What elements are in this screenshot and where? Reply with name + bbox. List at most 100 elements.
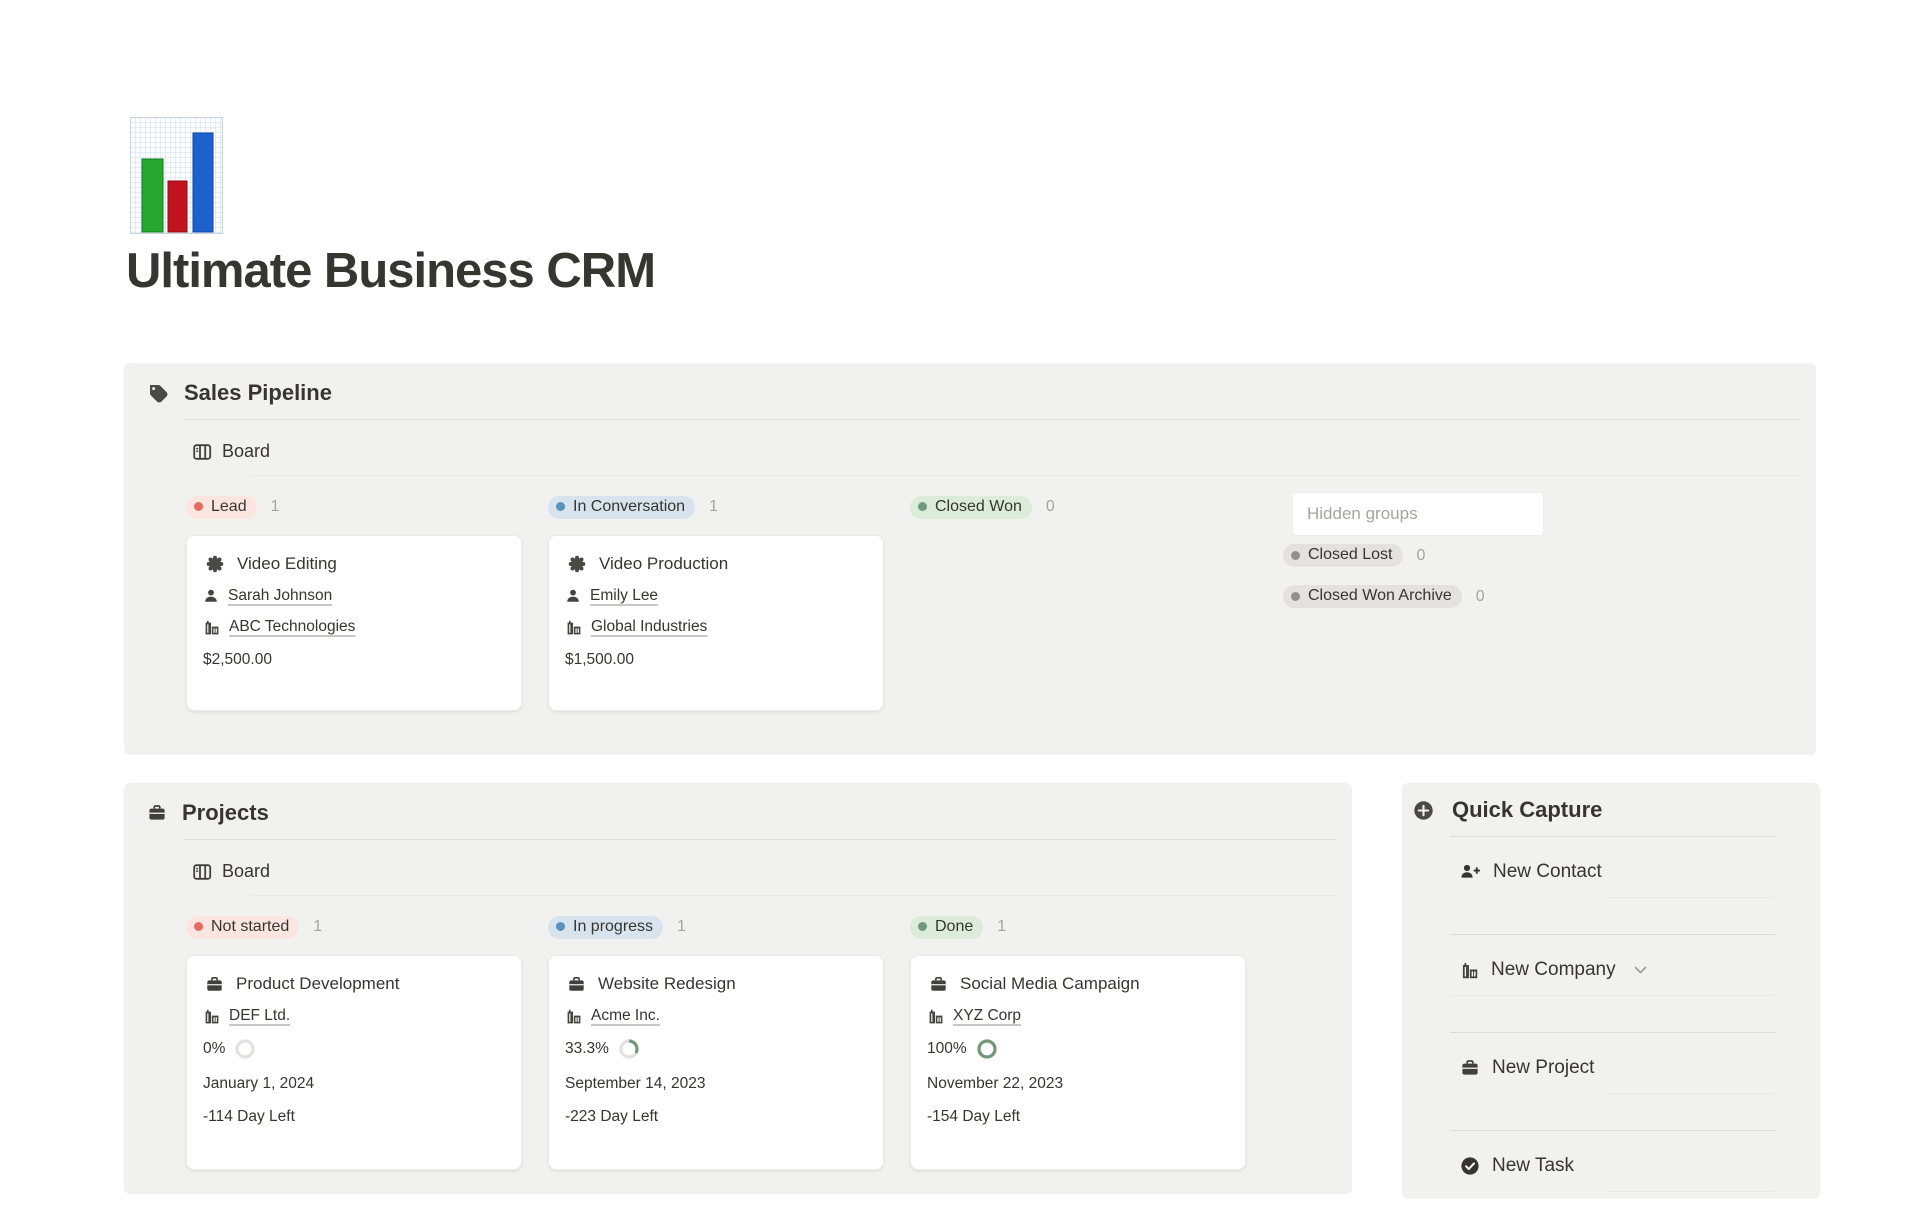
status-dot-green	[918, 922, 927, 931]
column-count: 1	[997, 918, 1006, 936]
briefcase-icon	[1460, 1058, 1480, 1078]
days-left: -223 Day Left	[565, 1108, 867, 1126]
hidden-group-label: Closed Lost	[1308, 546, 1393, 564]
progress-percent: 0%	[203, 1040, 225, 1058]
hidden-group-label: Closed Won Archive	[1308, 587, 1452, 605]
project-date: November 22, 2023	[927, 1075, 1229, 1093]
days-left: -154 Day Left	[927, 1108, 1229, 1126]
projects-heading[interactable]: Projects	[182, 800, 269, 826]
project-date: September 14, 2023	[565, 1075, 867, 1093]
column-header-closed-won[interactable]: Closed Won	[910, 496, 1032, 519]
building-icon	[203, 619, 220, 636]
divider	[1450, 995, 1775, 996]
card-title: Website Redesign	[598, 974, 736, 994]
divider	[1605, 1093, 1775, 1094]
column-label: Not started	[211, 918, 289, 936]
quick-item-label: New Company	[1491, 959, 1616, 981]
projects-column-in-progress: In progress 1 Website Redesign Acme Inc.	[548, 913, 884, 1170]
project-card-social-media-campaign[interactable]: Social Media Campaign XYZ Corp 100% Nove…	[910, 955, 1246, 1170]
quick-item-label: New Project	[1492, 1057, 1594, 1079]
quick-item-new-contact[interactable]: New Contact	[1450, 837, 1775, 935]
quick-capture-section: Quick Capture New Contact New Company	[1402, 783, 1820, 1199]
progress-ring	[234, 1038, 256, 1060]
column-label: Done	[935, 918, 973, 936]
column-header-not-started[interactable]: Not started	[186, 916, 299, 939]
seal-icon	[205, 554, 225, 574]
quick-item-label: New Task	[1492, 1155, 1574, 1177]
tag-icon	[147, 382, 169, 404]
divider	[185, 419, 1800, 420]
plus-circle-icon	[1413, 800, 1434, 821]
sales-card-video-editing[interactable]: Video Editing Sarah Johnson ABC Technolo…	[186, 535, 522, 711]
company-link[interactable]: DEF Ltd.	[229, 1007, 290, 1025]
hidden-group-closed-lost[interactable]: Closed Lost	[1283, 544, 1403, 567]
check-circle-icon	[1460, 1156, 1480, 1176]
progress-percent: 100%	[927, 1040, 967, 1058]
sales-column-in-conversation: In Conversation 1 Video Production Emily…	[548, 493, 884, 711]
contact-link[interactable]: Emily Lee	[590, 587, 658, 605]
card-title: Video Production	[599, 554, 728, 574]
card-title: Product Development	[236, 974, 399, 994]
sales-pipeline-section: Sales Pipeline Board Lead 1	[124, 363, 1816, 755]
status-dot-red	[194, 922, 203, 931]
hidden-groups-input[interactable]: Hidden groups	[1293, 493, 1543, 535]
project-card-website-redesign[interactable]: Website Redesign Acme Inc. 33.3% Septemb…	[548, 955, 884, 1170]
sales-card-video-production[interactable]: Video Production Emily Lee Global Indust…	[548, 535, 884, 711]
company-link[interactable]: XYZ Corp	[953, 1007, 1021, 1025]
project-date: January 1, 2024	[203, 1075, 505, 1093]
status-dot-blue	[556, 922, 565, 931]
building-icon	[203, 1008, 220, 1025]
divider	[1605, 1191, 1775, 1192]
status-dot-gray	[1291, 592, 1300, 601]
building-icon	[1460, 961, 1479, 980]
column-header-lead[interactable]: Lead	[186, 496, 257, 519]
progress-ring	[976, 1038, 998, 1060]
contact-link[interactable]: Sarah Johnson	[228, 587, 332, 605]
projects-board-view-tab[interactable]: Board	[222, 861, 270, 882]
board-view-icon	[192, 862, 212, 882]
building-icon	[565, 619, 582, 636]
company-link[interactable]: Global Industries	[591, 618, 707, 636]
quick-item-new-project[interactable]: New Project	[1450, 1033, 1775, 1131]
quick-item-label: New Contact	[1493, 861, 1602, 883]
progress-percent: 33.3%	[565, 1040, 609, 1058]
quick-capture-heading[interactable]: Quick Capture	[1452, 797, 1602, 823]
sales-column-closed-won: Closed Won 0	[910, 493, 1246, 711]
column-header-in-conversation[interactable]: In Conversation	[548, 496, 695, 519]
quick-item-new-task[interactable]: New Task	[1450, 1131, 1775, 1229]
column-header-in-progress[interactable]: In progress	[548, 916, 663, 939]
sales-pipeline-heading[interactable]: Sales Pipeline	[184, 380, 332, 406]
column-label: In Conversation	[573, 498, 685, 516]
project-card-product-development[interactable]: Product Development DEF Ltd. 0% January …	[186, 955, 522, 1170]
chevron-down-icon[interactable]	[1634, 966, 1647, 975]
column-count: 1	[313, 918, 322, 936]
briefcase-icon	[147, 803, 167, 823]
column-label: Lead	[211, 498, 247, 516]
divider	[1605, 897, 1775, 898]
quick-item-new-company[interactable]: New Company	[1450, 935, 1775, 1033]
hidden-group-count: 0	[1417, 547, 1426, 565]
column-header-done[interactable]: Done	[910, 916, 983, 939]
column-label: In progress	[573, 918, 653, 936]
column-count: 1	[271, 498, 280, 516]
projects-column-done: Done 1 Social Media Campaign XYZ Corp	[910, 913, 1246, 1170]
status-dot-blue	[556, 502, 565, 511]
card-title: Video Editing	[237, 554, 337, 574]
deal-amount: $2,500.00	[203, 651, 505, 669]
deal-amount: $1,500.00	[565, 651, 867, 669]
sales-board-view-tab[interactable]: Board	[222, 441, 270, 462]
projects-section: Projects Board Not started 1	[124, 783, 1352, 1194]
hidden-group-closed-won-archive[interactable]: Closed Won Archive	[1283, 585, 1462, 608]
person-icon	[565, 588, 581, 604]
days-left: -114 Day Left	[203, 1108, 505, 1126]
progress-ring	[618, 1038, 640, 1060]
status-dot-gray	[1291, 551, 1300, 560]
company-link[interactable]: ABC Technologies	[229, 618, 355, 636]
building-icon	[927, 1008, 944, 1025]
sales-column-lead: Lead 1 Video Editing Sarah Johnson	[186, 493, 522, 711]
status-dot-red	[194, 502, 203, 511]
company-link[interactable]: Acme Inc.	[591, 1007, 660, 1025]
status-dot-green	[918, 502, 927, 511]
board-view-icon	[192, 442, 212, 462]
column-count: 1	[709, 498, 718, 516]
